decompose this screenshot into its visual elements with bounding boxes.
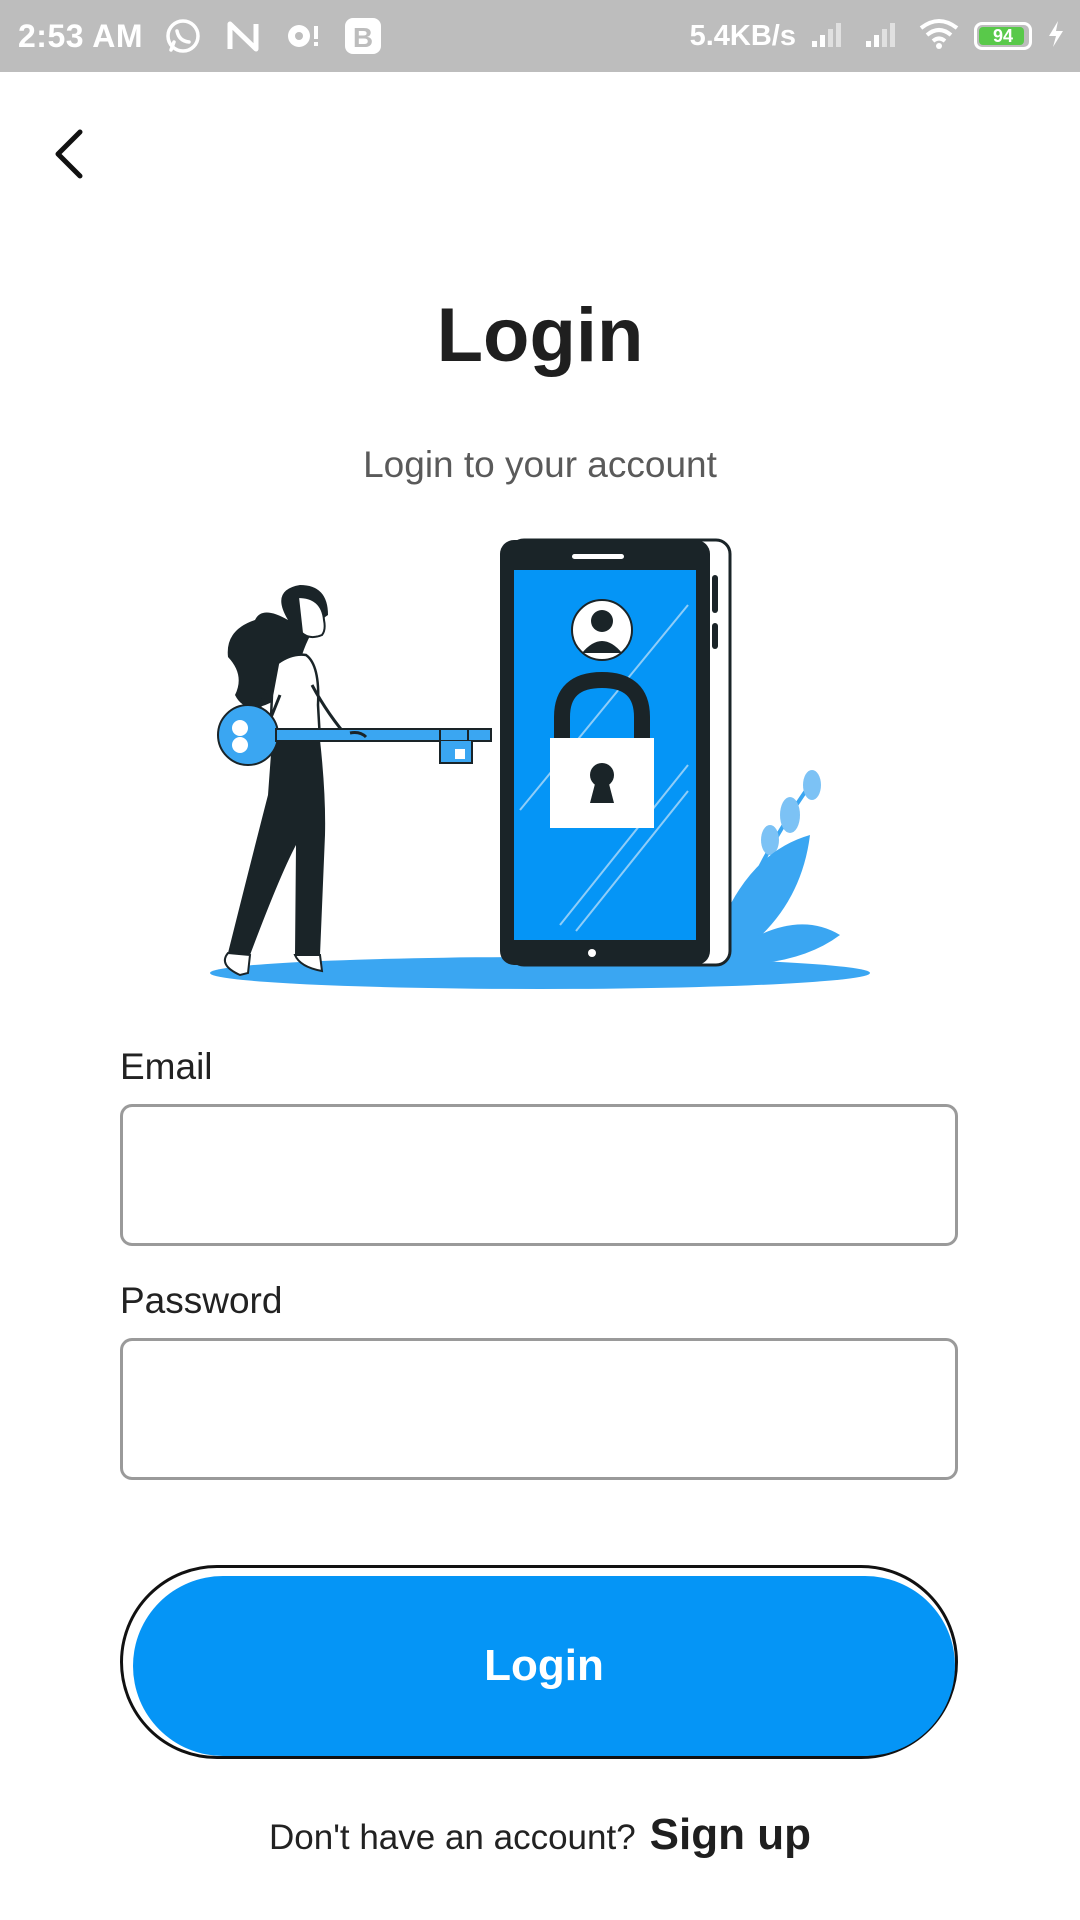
status-bar: 2:53 AM B 5.4KB/s 94 [0,0,1080,72]
whatsapp-icon [163,16,203,56]
alert-icon [283,16,323,56]
password-label: Password [120,1280,283,1321]
back-button[interactable] [40,118,96,190]
battery-level: 94 [992,25,1014,46]
woman-icon [224,585,352,977]
login-button[interactable]: Login [133,1576,955,1756]
signal-icon-2 [864,19,904,54]
page-title: Login [436,293,644,378]
email-field[interactable] [120,1104,958,1246]
n-icon [223,16,263,56]
phone-icon [500,538,732,967]
key-icon [217,704,492,766]
password-field[interactable] [120,1338,958,1480]
signal-icon [810,19,850,54]
login-button-frame: Login [120,1565,958,1759]
signup-question: Don't have an account? [269,1818,636,1857]
page-subtitle: Login to your account [363,444,717,485]
wifi-icon [918,18,960,55]
signup-link[interactable]: Sign up [650,1810,811,1860]
login-illustration [210,538,870,989]
chevron-left-icon [55,129,83,179]
battery-icon: 94 [974,22,1032,50]
signup-prompt: Don't have an account? Sign up [0,1810,1080,1860]
b-icon: B [343,16,383,56]
email-label: Email [120,1046,213,1087]
network-speed: 5.4KB/s [689,19,796,52]
status-time: 2:53 AM [18,17,144,54]
charging-icon [1046,19,1066,54]
svg-text:B: B [353,22,373,53]
